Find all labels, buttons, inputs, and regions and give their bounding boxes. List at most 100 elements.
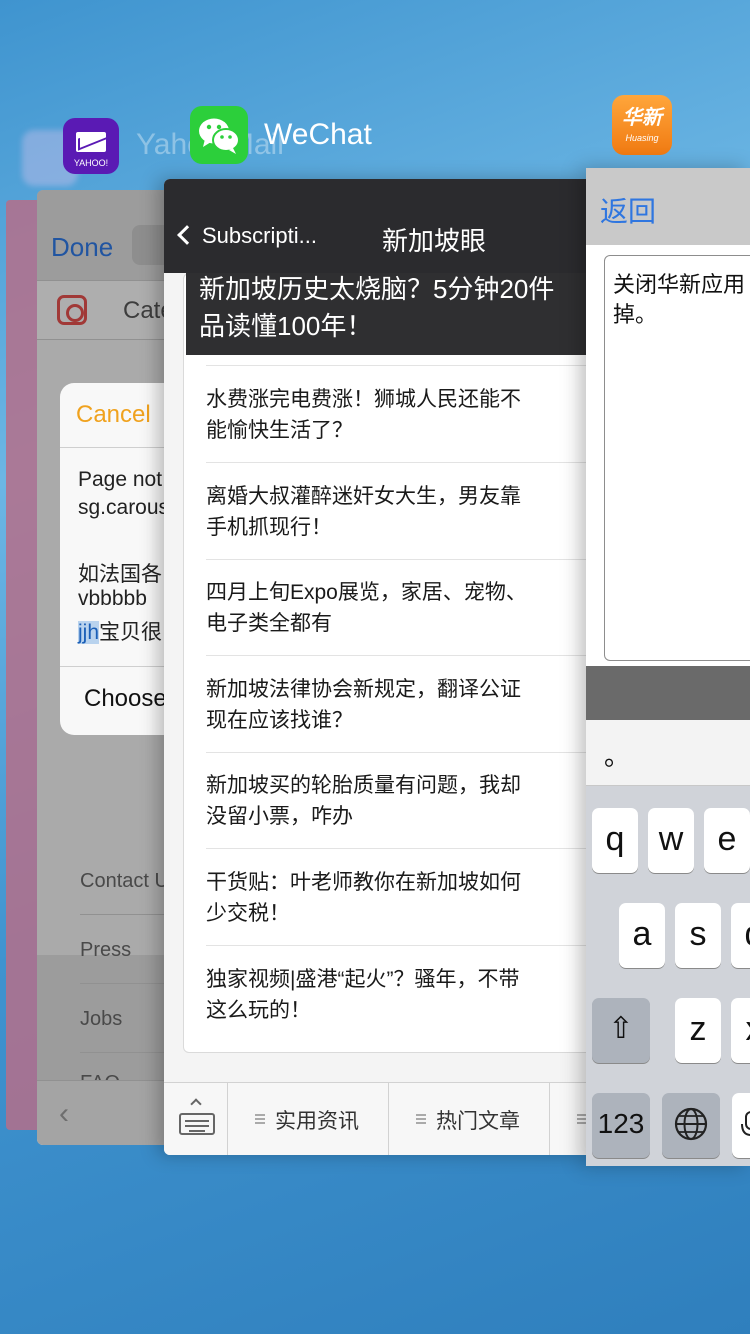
alert-body-rest: 宝贝很 [99,621,163,644]
text-line: 掉。 [613,302,658,327]
divider [206,462,586,463]
content-area: 关闭华新应用 掉。 [586,245,750,666]
article-title-line: 水费涨完电费涨！狮城人民还能不 [206,388,521,411]
key-w[interactable]: w [648,808,694,873]
alert-body-line: 如法国各 [78,563,162,586]
article-title-line: 现在应该找谁？ [206,709,353,732]
huaxin-app-icon[interactable]: 华新 Huasing [612,95,672,155]
menu-lines-icon [255,1114,265,1116]
featured-article-title[interactable]: 新加坡历史太烧脑？5分钟20件 品读懂100年！ [199,271,586,345]
key-a[interactable]: a [619,903,665,968]
microphone-key[interactable] [732,1093,750,1158]
huaxin-logo-text: 华新 [622,107,662,129]
wechat-bubbles-icon [199,118,240,154]
tab-label: 热门文章 [436,1110,520,1133]
done-button[interactable]: Done [51,232,113,263]
selected-text: jjh [78,621,100,644]
wechat-app-card[interactable]: Subscripti... 新加坡眼 新加坡历史太烧脑？5分钟20件 品读懂10… [164,179,586,1155]
navigation-bar: 返回 [586,168,750,245]
article-title-line: 离婚大叔灌醉迷奸女大生，男友靠 [206,485,521,508]
article-title-line: 独家视频|盛港“起火”？骚年，不带 [206,968,520,991]
article-item[interactable]: 离婚大叔灌醉迷奸女大生，男友靠 手机抓现行！ [206,481,586,543]
category-icon [57,295,87,325]
divider [206,559,586,560]
huaxin-logo-subtext: Huasing [625,133,659,143]
tab-label: 实用资讯 [275,1110,359,1133]
page-title: 新加坡眼 [382,226,487,256]
article-item[interactable]: 新加坡法律协会新规定，翻译公证 现在应该找谁？ [206,674,586,736]
article-title-line: 电子类全都有 [206,612,332,635]
wechat-app-name: WeChat [264,118,372,151]
featured-title-line: 品读懂100年！ [199,311,373,341]
shift-key[interactable]: ⇧ [592,998,650,1063]
alert-dialog: Cancel Page not sg.carous 如法国各 vbbbbb jj… [60,383,170,735]
article-title-line: 手机抓现行！ [206,516,332,539]
back-arrow-icon[interactable]: ‹ [59,1097,69,1131]
chevron-up-icon [190,1098,202,1110]
keyboard-icon [179,1113,215,1135]
yahoo-icon-label: YAHOO! [73,158,109,168]
globe-key[interactable] [662,1093,720,1158]
key-d[interactable]: d [731,903,750,968]
article-title-line: 干货贴：叶老师教你在新加坡如何 [206,871,521,894]
menu-tab-bar: 实用资讯 热门文章 [164,1082,586,1155]
divider [206,945,586,946]
key-z[interactable]: z [675,998,721,1063]
key-q[interactable]: q [592,808,638,873]
article-title-line: 没留小票，咋办 [206,805,353,828]
article-title-line: 少交税！ [206,902,290,925]
numbers-key[interactable]: 123 [592,1093,650,1158]
shift-arrow-icon: ⇧ [608,1012,634,1045]
navigation-bar: Subscripti... 新加坡眼 [164,179,586,273]
menu-tab-more[interactable] [550,1083,586,1155]
back-label: Subscripti... [202,223,317,248]
divider [206,848,586,849]
input-accessory-bar [586,666,750,720]
menu-tab-practical-info[interactable]: 实用资讯 [228,1083,389,1155]
article-item[interactable]: 新加坡买的轮胎质量有问题，我却 没留小票，咋办 [206,770,586,832]
featured-title-line: 新加坡历史太烧脑？5分钟20件 [199,274,555,304]
alert-body-line: vbbbbb [78,587,147,610]
back-button[interactable]: 返回 [600,190,656,230]
chevron-left-icon [177,225,197,245]
alert-title: Page not [78,468,163,491]
divider [206,365,586,366]
footer-link-contact[interactable]: Contact U [80,870,169,893]
menu-lines-icon [577,1114,586,1116]
choose-button[interactable]: Choose [84,685,167,713]
key-x[interactable]: x [731,998,750,1063]
article-item[interactable]: 四月上旬Expo展览，家居、宠物、 电子类全都有 [206,577,586,639]
alert-body-line: jjh宝贝很 [78,616,162,646]
wechat-app-icon[interactable] [190,106,248,164]
divider [60,447,170,448]
message-textarea[interactable]: 关闭华新应用 掉。 [604,255,750,661]
key-e[interactable]: e [704,808,750,873]
microphone-icon [741,1111,750,1136]
article-item[interactable]: 水费涨完电费涨！狮城人民还能不 能愉快生活了？ [206,384,586,446]
menu-tab-hot-articles[interactable]: 热门文章 [389,1083,550,1155]
article-title-line: 这么玩的！ [206,999,311,1022]
footer-link-press[interactable]: Press [80,939,131,962]
article-title-line: 四月上旬Expo展览，家居、宠物、 [206,581,527,604]
back-button[interactable]: Subscripti... [177,223,317,249]
keyboard-toggle-button[interactable] [164,1083,228,1155]
huaxin-app-card[interactable]: 返回 关闭华新应用 掉。 。 q w e a s d ⇧ z x 123 [586,168,750,1166]
candidate-bar[interactable]: 。 [586,720,750,786]
keyboard: q w e a s d ⇧ z x 123 [586,786,750,1166]
menu-lines-icon [416,1114,426,1116]
article-title-line: 新加坡法律协会新规定，翻译公证 [206,678,521,701]
article-title-line: 新加坡买的轮胎质量有问题，我却 [206,774,521,797]
footer-link-jobs[interactable]: Jobs [80,1008,122,1031]
article-title-line: 能愉快生活了？ [206,419,353,442]
alert-url: sg.carous [78,496,170,519]
article-item[interactable]: 干货贴：叶老师教你在新加坡如何 少交税！ [206,867,586,929]
divider [60,666,170,667]
article-item[interactable]: 独家视频|盛港“起火”？骚年，不带 这么玩的！ [206,964,586,1026]
yahoo-mail-app-icon[interactable]: YAHOO! [63,118,119,174]
key-s[interactable]: s [675,903,721,968]
envelope-icon [76,132,106,152]
globe-icon [674,1107,708,1141]
cancel-button[interactable]: Cancel [76,401,151,429]
candidate-word[interactable]: 。 [604,736,630,773]
divider [206,752,586,753]
